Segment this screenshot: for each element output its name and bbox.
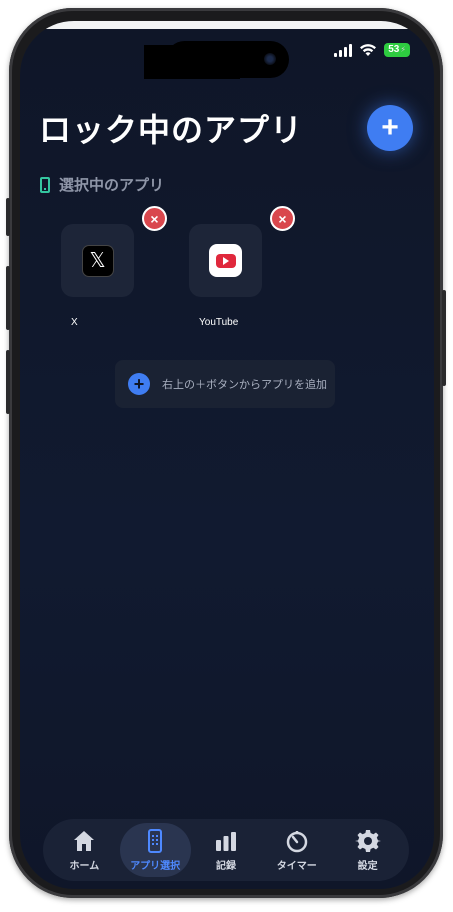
tab-timer[interactable]: タイマー — [261, 823, 332, 877]
app-card-youtube[interactable] — [189, 224, 262, 297]
remove-app-x-button[interactable]: × — [142, 206, 167, 231]
volume-down-button — [6, 350, 10, 414]
tab-label: 設定 — [357, 861, 378, 872]
phone-icon — [148, 829, 163, 853]
timer-icon — [286, 831, 308, 853]
app-name-youtube: YouTube — [199, 317, 239, 328]
power-button — [442, 290, 446, 386]
dynamic-island — [144, 41, 289, 79]
tab-app-select[interactable]: アプリ選択 — [119, 823, 191, 877]
tab-records[interactable]: 記録 — [191, 823, 262, 877]
add-app-button[interactable]: + — [367, 105, 413, 151]
side-button — [6, 198, 10, 236]
hint-text: 右上の＋ボタンからアプリを追加 — [162, 379, 327, 391]
gear-icon — [354, 830, 381, 852]
battery-indicator: 53 — [384, 43, 410, 57]
youtube-logo-icon — [209, 244, 242, 277]
status-bar: 53 — [334, 43, 410, 57]
add-app-hint[interactable]: + 右上の＋ボタンからアプリを追加 — [115, 360, 335, 408]
remove-app-youtube-button[interactable]: × — [270, 206, 295, 231]
page-title: ロック中のアプリ — [39, 112, 304, 148]
section-header: 選択中のアプリ — [40, 174, 164, 195]
app-card-x[interactable]: 𝕏 — [61, 224, 134, 297]
signal-icon — [334, 43, 353, 57]
volume-up-button — [6, 266, 10, 330]
tab-settings[interactable]: 設定 — [332, 823, 403, 877]
bar-chart-icon — [215, 832, 236, 851]
wifi-icon — [360, 44, 377, 56]
home-icon — [74, 831, 95, 851]
plus-icon: + — [128, 373, 150, 395]
camera-icon — [264, 53, 276, 65]
app-name-x: X — [71, 317, 78, 328]
section-label: 選択中のアプリ — [59, 177, 165, 194]
tab-label: アプリ選択 — [130, 861, 181, 872]
tab-bar: ホーム アプリ選択 記録 タイマー 設定 — [43, 819, 409, 881]
x-logo-icon: 𝕏 — [81, 244, 114, 277]
redaction-block — [144, 45, 240, 79]
app-screen: 53 ロック中のアプリ + 選択中のアプリ 𝕏 × X × YouTube + … — [20, 21, 434, 889]
tab-home[interactable]: ホーム — [49, 823, 120, 877]
phone-icon — [40, 176, 50, 193]
tab-label: 記録 — [215, 861, 236, 872]
tab-label: タイマー — [276, 861, 317, 872]
tab-label: ホーム — [69, 861, 100, 872]
